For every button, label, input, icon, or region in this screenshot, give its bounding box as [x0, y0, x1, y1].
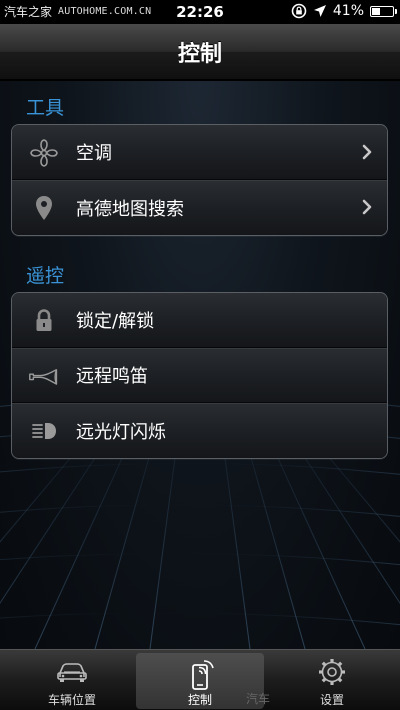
- chevron-right-icon: [362, 144, 372, 160]
- battery-level: [372, 7, 380, 15]
- fan-icon: [28, 137, 60, 169]
- page-title: 控制: [177, 41, 222, 67]
- row-label: 高德地图搜索: [76, 198, 184, 220]
- car-icon: [57, 663, 87, 682]
- tab-settings[interactable]: 设置: [268, 650, 396, 710]
- lock-icon: [28, 305, 60, 337]
- tab-bar: 车辆位置 控制 汽车 设置: [0, 649, 400, 710]
- rotation-lock-icon: [291, 3, 307, 19]
- row-label: 锁定/解锁: [76, 311, 155, 332]
- tools-group: 空调 高德地图搜索: [11, 124, 388, 236]
- tab-label: 控制: [187, 693, 212, 707]
- row-amap-search[interactable]: 高德地图搜索: [12, 180, 387, 235]
- row-label: 远光灯闪烁: [76, 421, 166, 443]
- section-title-tools: 工具: [26, 97, 65, 119]
- row-label: 空调: [76, 143, 112, 164]
- tab-label: 设置: [319, 693, 344, 707]
- row-remote-horn[interactable]: 远程鸣笛: [12, 348, 387, 403]
- navigation-bar: 控制: [0, 24, 400, 80]
- tab-control[interactable]: 控制: [136, 653, 264, 709]
- row-high-beam-flash[interactable]: 远光灯闪烁: [12, 403, 387, 458]
- row-lock-unlock[interactable]: 锁定/解锁: [12, 293, 387, 348]
- ghost-label: 汽车: [246, 692, 271, 706]
- status-bar-right: 41%: [291, 3, 397, 19]
- battery-percent: 41%: [332, 3, 364, 19]
- battery-icon: [370, 5, 397, 17]
- remote-phone-icon: [192, 660, 214, 690]
- main-content[interactable]: 工具 空调 高德地图搜索 遥控 锁定/解锁 远程鸣笛 远光灯闪烁: [0, 81, 400, 649]
- horn-icon: [28, 360, 60, 392]
- tab-label: 车辆位置: [47, 693, 96, 707]
- headlight-icon: [28, 415, 60, 447]
- location-arrow-icon: [313, 5, 326, 17]
- section-title-remote: 遥控: [26, 265, 65, 287]
- tab-vehicle-location[interactable]: 车辆位置: [8, 650, 136, 710]
- chevron-right-icon: [362, 199, 372, 215]
- map-pin-icon: [28, 192, 60, 224]
- remote-group: 锁定/解锁 远程鸣笛 远光灯闪烁: [11, 292, 388, 459]
- row-label: 远程鸣笛: [76, 366, 148, 387]
- row-air-conditioning[interactable]: 空调: [12, 125, 387, 180]
- gear-icon: [319, 659, 345, 685]
- status-bar: 汽车之家 AUTOHOME.COM.CN 22:26 41%: [0, 0, 400, 24]
